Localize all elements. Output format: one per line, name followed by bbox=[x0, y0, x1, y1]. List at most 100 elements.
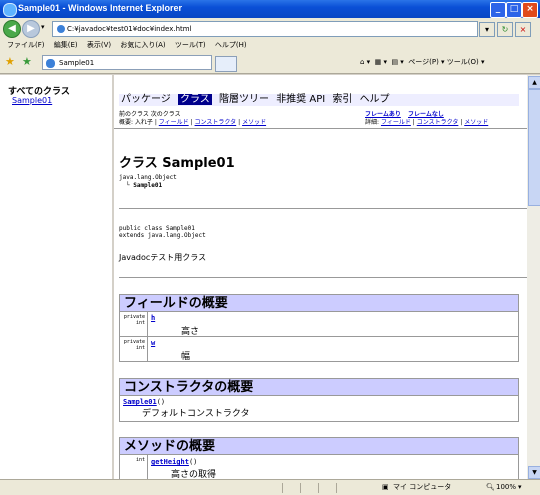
ctor-desc: デフォルトコンストラクタ bbox=[142, 409, 250, 419]
tab-toolbar: ★ ★ Sample01 ⌂ ▾ ▦ ▾ ▤ ▾ ページ(P) ▾ ツール(O)… bbox=[0, 52, 540, 74]
class-extends: extends java.lang.Object bbox=[119, 232, 206, 239]
menu-favorites[interactable]: お気に入り(A) bbox=[120, 41, 165, 49]
tab-sample01[interactable]: Sample01 bbox=[42, 55, 212, 70]
divider bbox=[119, 277, 527, 278]
address-input[interactable]: C:¥javadoc¥test01¥doc¥index.html bbox=[52, 21, 478, 37]
status-divider bbox=[282, 483, 283, 493]
class-description: Javadocテスト用クラス bbox=[119, 253, 207, 262]
nav-tree[interactable]: 階層ツリー bbox=[219, 94, 269, 105]
class-declaration: public class Sample01 bbox=[119, 225, 195, 232]
detail-field-link[interactable]: フィールド bbox=[381, 119, 411, 126]
hierarchy-child: └ Sample01 bbox=[126, 182, 163, 189]
field-link-w[interactable]: w bbox=[151, 339, 155, 347]
menu-view[interactable]: 表示(V) bbox=[87, 41, 111, 49]
nav-index[interactable]: 索引 bbox=[332, 94, 352, 105]
nav-package[interactable]: パッケージ bbox=[121, 94, 171, 105]
ctor-row: Sample01() デフォルトコンストラクタ bbox=[119, 396, 519, 422]
status-divider bbox=[318, 483, 319, 493]
tab-page-icon bbox=[46, 59, 55, 68]
summary-links: 概要: 入れ子 | フィールド | コンストラクタ | メソッド bbox=[119, 117, 266, 126]
ctor-summary-heading: コンストラクタの概要 bbox=[119, 378, 519, 396]
stop-button[interactable]: × bbox=[515, 22, 531, 37]
field-desc: 幅 bbox=[181, 352, 191, 362]
detail-label: 詳細: bbox=[365, 119, 380, 126]
summary-ctor-link[interactable]: コンストラクタ bbox=[195, 119, 237, 126]
refresh-button[interactable]: ↻ bbox=[497, 22, 513, 37]
tab-label: Sample01 bbox=[59, 59, 95, 67]
hierarchy-root: java.lang.Object bbox=[119, 174, 177, 181]
summary-sep2: | bbox=[238, 119, 241, 126]
nav-class: クラス bbox=[178, 94, 212, 105]
address-bar: ◀ ▶ ▾ C:¥javadoc¥test01¥doc¥index.html ▾… bbox=[0, 18, 540, 39]
method-desc: 高さの取得 bbox=[171, 470, 217, 479]
computer-icon: ▣ bbox=[382, 483, 389, 491]
nav-help[interactable]: ヘルプ bbox=[360, 94, 390, 105]
security-zone: マイ コンピュータ bbox=[393, 483, 452, 491]
divider bbox=[114, 128, 527, 129]
back-button[interactable]: ◀ bbox=[3, 20, 21, 38]
history-dropdown-icon[interactable]: ▾ bbox=[41, 23, 45, 31]
ie-logo-icon bbox=[3, 3, 17, 17]
menu-file[interactable]: ファイル(F) bbox=[7, 41, 45, 49]
add-favorites-icon[interactable]: ★ bbox=[22, 55, 32, 68]
favorites-star-icon[interactable]: ★ bbox=[5, 55, 15, 68]
summary-label: 概要: 入れ子 | bbox=[119, 119, 157, 126]
summary-sep: | bbox=[190, 119, 193, 126]
close-button[interactable]: × bbox=[522, 2, 538, 18]
command-bar: ⌂ ▾ ▦ ▾ ▤ ▾ ページ(P) ▾ ツール(O) ▾ bbox=[360, 55, 484, 70]
summary-field-link[interactable]: フィールド bbox=[159, 119, 189, 126]
class-doc-frame: パッケージ クラス 階層ツリー 非推奨 API 索引 ヘルプ 前のクラス 次のク… bbox=[114, 75, 527, 479]
summary-method-link[interactable]: メソッド bbox=[242, 119, 266, 126]
detail-sep: | bbox=[412, 119, 415, 126]
nav-deprecated[interactable]: 非推奨 API bbox=[276, 94, 325, 105]
page-tools-menu[interactable]: ページ(P) ▾ ツール(O) ▾ bbox=[408, 58, 484, 66]
title-bar[interactable]: Sample01 - Windows Internet Explorer _ □… bbox=[0, 0, 540, 18]
field-link-h[interactable]: h bbox=[151, 314, 155, 322]
field-modifier: private int bbox=[120, 312, 148, 336]
forward-button[interactable]: ▶ bbox=[22, 20, 40, 38]
method-summary-heading: メソッドの概要 bbox=[119, 437, 519, 455]
maximize-button[interactable]: □ bbox=[506, 2, 522, 18]
menu-bar: ファイル(F) 編集(E) 表示(V) お気に入り(A) ツール(T) ヘルプ(… bbox=[0, 39, 540, 52]
detail-method-link[interactable]: メソッド bbox=[464, 119, 488, 126]
status-divider bbox=[300, 483, 301, 493]
page-icon bbox=[57, 25, 65, 33]
nav-bar: パッケージ クラス 階層ツリー 非推奨 API 索引 ヘルプ bbox=[119, 94, 519, 106]
class-title: クラス Sample01 bbox=[119, 156, 235, 171]
zoom-level[interactable]: 100% bbox=[496, 480, 516, 495]
method-link[interactable]: getHeight bbox=[151, 458, 189, 466]
scroll-down-icon[interactable]: ▼ bbox=[528, 466, 540, 479]
scroll-thumb[interactable] bbox=[528, 89, 540, 206]
home-icon[interactable]: ⌂ ▾ bbox=[360, 58, 370, 66]
print-icon[interactable]: ▤ ▾ bbox=[391, 58, 403, 66]
class-list-frame: すべてのクラス Sample01 bbox=[0, 75, 114, 479]
method-signature: () bbox=[188, 458, 198, 466]
field-summary-heading: フィールドの概要 bbox=[119, 294, 519, 312]
field-row: private int w 幅 bbox=[119, 337, 519, 362]
zoom-icon[interactable]: 🔍︎ bbox=[486, 480, 495, 495]
field-row: private int h 高さ bbox=[119, 312, 519, 337]
zoom-dropdown-icon[interactable]: ▾ bbox=[518, 480, 522, 495]
status-divider bbox=[336, 483, 337, 493]
address-text: C:¥javadoc¥test01¥doc¥index.html bbox=[67, 25, 192, 33]
feeds-icon[interactable]: ▦ ▾ bbox=[375, 58, 387, 66]
menu-tools[interactable]: ツール(T) bbox=[175, 41, 206, 49]
ctor-signature: () bbox=[156, 398, 166, 406]
address-dropdown-icon[interactable]: ▾ bbox=[479, 22, 495, 37]
new-tab-button[interactable] bbox=[215, 56, 237, 72]
detail-ctor-link[interactable]: コンストラクタ bbox=[417, 119, 459, 126]
minimize-button[interactable]: _ bbox=[490, 2, 506, 18]
menu-edit[interactable]: 編集(E) bbox=[54, 41, 78, 49]
menu-help[interactable]: ヘルプ(H) bbox=[215, 41, 247, 49]
detail-sep2: | bbox=[460, 119, 463, 126]
method-row: int getHeight() 高さの取得 bbox=[119, 455, 519, 479]
ctor-link[interactable]: Sample01 bbox=[123, 398, 157, 406]
window-title: Sample01 - Windows Internet Explorer bbox=[18, 3, 182, 13]
vertical-scrollbar[interactable]: ▲ ▼ bbox=[527, 75, 540, 479]
method-return-type: int bbox=[120, 455, 148, 479]
field-modifier: private int bbox=[120, 337, 148, 361]
scroll-up-icon[interactable]: ▲ bbox=[528, 76, 540, 89]
divider bbox=[119, 208, 527, 209]
detail-links: 詳細: フィールド | コンストラクタ | メソッド bbox=[365, 117, 488, 126]
class-link-sample01[interactable]: Sample01 bbox=[12, 96, 52, 105]
